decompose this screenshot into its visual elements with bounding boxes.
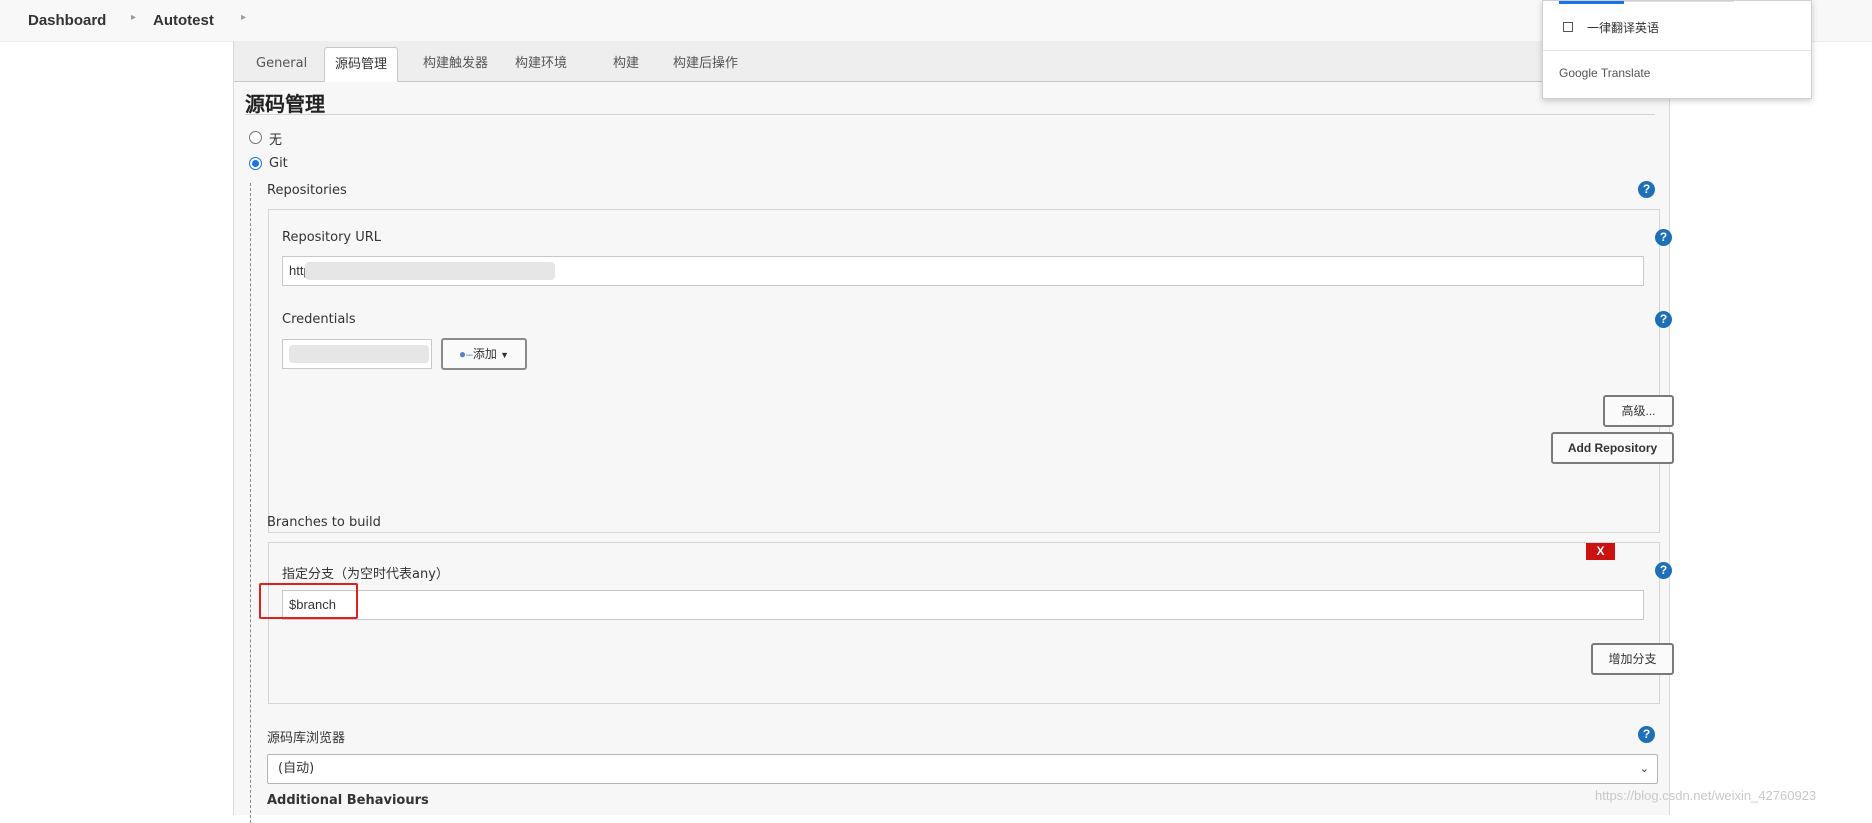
- git-options-guide-line: [250, 183, 251, 823]
- advanced-button[interactable]: 高级...: [1603, 395, 1674, 427]
- repository-browser-label: 源码库浏览器: [267, 731, 346, 746]
- branches-to-build-label: Branches to build: [267, 515, 381, 530]
- translate-popup: 一律翻译英语 Google Translate: [1542, 0, 1812, 99]
- help-icon[interactable]: ?: [1655, 229, 1672, 246]
- repository-browser-value: (自动): [278, 761, 315, 776]
- tab-source-code-management[interactable]: 源码管理: [324, 47, 399, 82]
- chevron-right-icon[interactable]: ▸: [241, 12, 246, 23]
- redacted-url: [305, 262, 555, 280]
- scm-none-label: 无: [269, 133, 283, 148]
- popup-tab-divider: [1624, 1, 1734, 2]
- always-translate-checkbox[interactable]: [1563, 22, 1573, 32]
- breadcrumb-dashboard[interactable]: Dashboard: [28, 12, 106, 29]
- help-icon[interactable]: ?: [1655, 311, 1672, 328]
- chevron-right-icon: ▸: [131, 12, 137, 23]
- tab-general[interactable]: General: [246, 47, 317, 80]
- tab-build[interactable]: 构建: [603, 47, 649, 80]
- credentials-label: Credentials: [282, 312, 356, 327]
- config-panel: General 源码管理 构建触发器 构建环境 构建 构建后操作 源码管理 无 …: [233, 41, 1674, 823]
- always-translate-label: 一律翻译英语: [1587, 21, 1660, 35]
- watermark: https://blog.csdn.net/weixin_42760923: [1595, 788, 1817, 803]
- branch-specifier-label: 指定分支（为空时代表any）: [282, 567, 449, 582]
- add-credentials-label: 添加: [472, 347, 497, 361]
- popup-tab-indicator: [1559, 1, 1624, 4]
- tab-post-build-actions[interactable]: 构建后操作: [663, 47, 748, 80]
- add-credentials-button[interactable]: ●–添加 ▼: [441, 338, 527, 370]
- popup-divider: [1543, 50, 1811, 51]
- divider: [245, 114, 1655, 115]
- key-icon: ●–: [458, 347, 473, 361]
- help-icon[interactable]: ?: [1655, 562, 1672, 579]
- scm-git-radio[interactable]: [249, 157, 262, 170]
- repository-url-label: Repository URL: [282, 230, 382, 245]
- google-translate-logo[interactable]: Google Translate: [1559, 66, 1650, 80]
- breadcrumb-autotest[interactable]: Autotest: [153, 12, 214, 29]
- repository-box: Repository URL ? http Credentials ? ●–添加…: [268, 209, 1674, 533]
- highlight-annotation: [259, 583, 358, 619]
- repositories-label: Repositories: [267, 183, 347, 198]
- scm-git-label: Git: [269, 156, 288, 171]
- translate-brand: Translate: [1600, 66, 1651, 80]
- branch-specifier-input[interactable]: $branch: [282, 590, 1644, 620]
- add-repository-button[interactable]: Add Repository: [1551, 432, 1674, 464]
- google-brand: Google: [1559, 66, 1598, 80]
- remove-branch-button[interactable]: X: [1586, 543, 1615, 560]
- additional-behaviours-label: Additional Behaviours: [267, 793, 429, 808]
- redacted-credentials: [289, 345, 429, 363]
- scm-none-radio[interactable]: [249, 131, 262, 144]
- tab-build-triggers[interactable]: 构建触发器: [413, 47, 498, 80]
- repository-browser-select[interactable]: (自动) ⌄: [267, 754, 1658, 784]
- add-branch-button[interactable]: 增加分支: [1591, 643, 1674, 675]
- tab-bar: General 源码管理 构建触发器 构建环境 构建 构建后操作: [234, 41, 1669, 82]
- branch-specifier-box: 指定分支（为空时代表any） ? $branch 增加分支: [268, 542, 1674, 704]
- chevron-down-icon: ⌄: [1639, 762, 1649, 775]
- tab-build-environment[interactable]: 构建环境: [505, 47, 577, 80]
- section-title: 源码管理: [245, 92, 325, 116]
- help-icon[interactable]: ?: [1638, 181, 1655, 198]
- caret-down-icon: ▼: [500, 350, 510, 360]
- help-icon[interactable]: ?: [1638, 726, 1655, 743]
